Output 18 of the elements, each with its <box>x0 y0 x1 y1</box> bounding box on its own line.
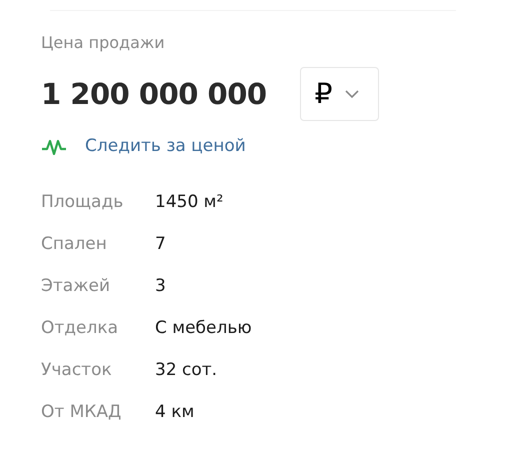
spec-value: 7 <box>155 233 166 256</box>
spec-label: Отделка <box>41 317 120 340</box>
spec-label: Площадь <box>41 191 124 214</box>
spec-value: С мебелью <box>155 317 252 340</box>
spec-label: Спален <box>41 233 108 256</box>
spec-label: Этажей <box>41 275 112 298</box>
spec-value: 1450 м² <box>155 191 224 214</box>
price-label: Цена продажи <box>41 32 166 54</box>
track-price-link[interactable]: Следить за ценой <box>85 134 246 158</box>
price: 1 200 000 000 <box>41 76 267 113</box>
spec-value: 32 сот. <box>155 359 218 382</box>
spec-value: 3 <box>155 275 166 298</box>
spec-label: Участок <box>41 359 113 382</box>
chevron-down-icon <box>345 90 360 98</box>
spec-value: 4 км <box>155 401 194 424</box>
currency-dropdown[interactable]: ₽ <box>300 67 379 121</box>
spec-label: От МКАД <box>41 401 122 424</box>
pulse-icon <box>41 138 68 154</box>
